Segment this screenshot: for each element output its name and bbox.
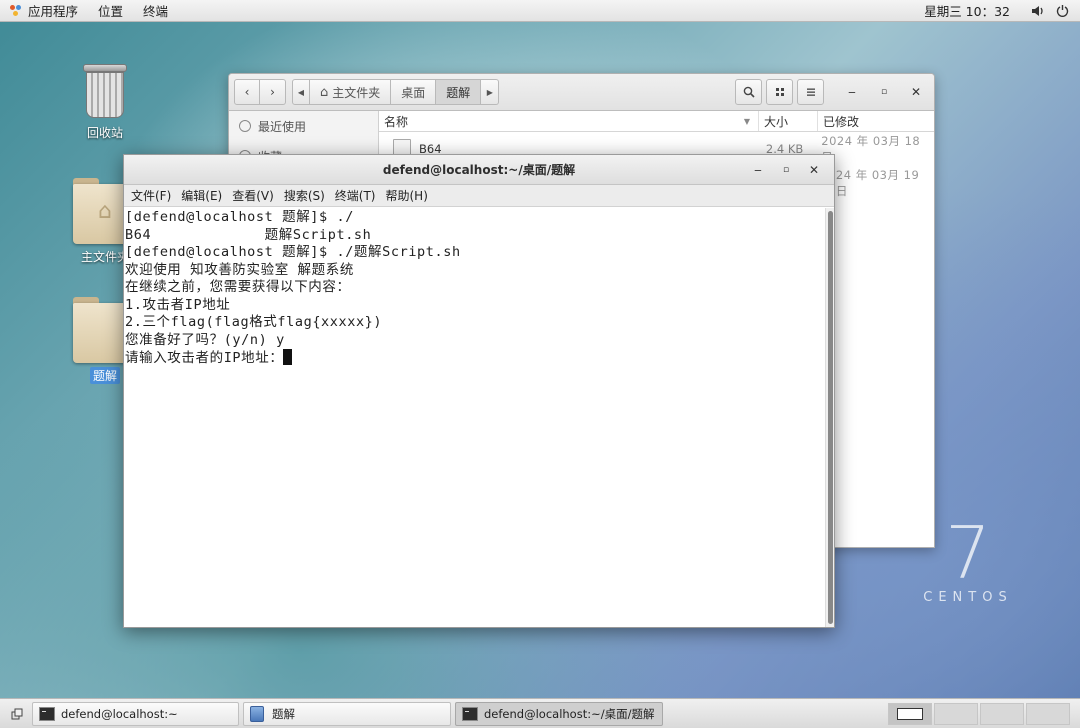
menu-edit[interactable]: 编辑(E) [176,187,227,204]
maximize-icon: ▫ [880,87,888,97]
workspace-switcher [886,702,1070,725]
terminal-line: [defend@localhost 题解]$ ./ [125,209,354,225]
sidebar-item-label: 最近使用 [258,119,307,134]
terminal-menu[interactable]: 终端 [133,0,178,21]
minimize-button[interactable]: ‒ [838,79,866,105]
taskbar-item-label: defend@localhost:~ [61,706,178,721]
terminal-line: [defend@localhost 题解]$ ./题解Script.sh [125,244,461,260]
maximize-button[interactable]: ▫ [870,79,898,105]
menu-button[interactable] [797,79,824,105]
menu-file[interactable]: 文件(F) [126,187,176,204]
terminal-scrollbar[interactable] [825,208,834,627]
breadcrumb-desktop[interactable]: 桌面 [391,79,437,105]
trash-icon [81,64,129,120]
show-desktop-icon [11,708,23,719]
terminal-line: 您准备好了吗？(y/n) y [125,331,285,348]
centos-name: CENTOS [923,590,1013,605]
taskbar-item-files[interactable]: 题解 [243,701,451,726]
home-icon: ⌂ [320,84,329,100]
bottom-panel: defend@localhost:~ 题解 defend@localhost:~… [0,698,1080,728]
view-toggle-button[interactable] [766,79,793,105]
close-icon: ✕ [910,85,922,99]
column-modified[interactable]: 已修改 [818,111,934,131]
terminal-maximize-button[interactable]: ▫ [772,159,800,181]
terminal-line: 1.攻击者IP地址 [125,296,231,313]
applications-menu[interactable]: 应用程序 [0,0,88,21]
column-name-label: 名称 [384,114,409,129]
taskbar-item-label: defend@localhost:~/桌面/题解 [484,706,655,721]
terminal-output[interactable]: [defend@localhost 题解]$ ./B64 题解Script.sh… [124,208,825,627]
terminal-icon [39,706,55,721]
top-panel: 应用程序 位置 终端 星期三 10：32 [0,0,1080,22]
desktop-icon-label: 回收站 [86,126,123,140]
back-button[interactable]: ‹ [234,79,260,105]
applications-icon [10,4,22,17]
triangle-left-icon: ◀ [297,87,305,97]
menu-view[interactable]: 查看(V) [227,187,279,204]
terminal-line: 欢迎使用 知攻善防实验室 解题系统 [125,261,354,278]
forward-button[interactable]: › [260,79,286,105]
breadcrumb-home[interactable]: ⌂ 主文件夹 [310,79,392,105]
terminal-prompt-line: 请输入攻击者的IP地址： [125,349,825,368]
window-thumbnail [897,707,923,720]
maximize-icon: ▫ [782,165,790,175]
terminal-icon [462,706,478,721]
breadcrumb-label: 主文件夹 [332,85,381,100]
close-icon: ✕ [808,163,820,177]
grid-icon [775,88,784,96]
show-desktop-button[interactable] [6,703,28,725]
terminal-title: defend@localhost:~/桌面/题解 [382,163,576,177]
terminal-line: 请输入攻击者的IP地址： [125,350,284,366]
workspace-1[interactable] [888,702,932,725]
hamburger-icon [806,88,815,96]
workspace-3[interactable] [980,702,1024,725]
column-name[interactable]: 名称 ▼ [379,111,759,131]
power-icon[interactable] [1052,3,1072,19]
breadcrumb-current[interactable]: 题解 [436,79,482,105]
clock-icon [239,120,251,132]
chevron-left-icon: ‹ [244,85,250,99]
places-menu[interactable]: 位置 [88,0,133,21]
search-button[interactable] [735,79,762,105]
scrollbar-thumb[interactable] [828,211,833,624]
taskbar-item-terminal-home[interactable]: defend@localhost:~ [32,701,239,726]
column-size[interactable]: 大小 [759,111,818,131]
file-manager-icon [250,705,264,722]
close-button[interactable]: ✕ [902,79,930,105]
minimize-icon: ‒ [754,163,762,177]
terminal-titlebar[interactable]: defend@localhost:~/桌面/题解 ‒ ▫ ✕ [124,155,834,185]
taskbar-item-label: 题解 [272,706,295,721]
search-icon [743,86,755,98]
breadcrumb-scroll-right[interactable]: ▶ [481,79,500,105]
terminal-cursor [283,349,293,365]
terminal-line: B64 题解Script.sh [125,226,372,243]
taskbar-item-terminal-tijie[interactable]: defend@localhost:~/桌面/题解 [455,701,663,726]
file-manager-headerbar: ‹ › ◀ ⌂ 主文件夹 桌面 题解 ▶ ‒ ▫ ✕ [229,74,934,111]
terminal-close-button[interactable]: ✕ [800,159,828,181]
workspace-4[interactable] [1026,702,1070,725]
menu-search[interactable]: 搜索(S) [279,187,330,204]
applications-label: 应用程序 [28,4,79,19]
breadcrumb: ◀ ⌂ 主文件夹 桌面 题解 ▶ [292,79,500,105]
desktop-icon-label: 题解 [89,367,120,384]
sidebar-item-recent[interactable]: 最近使用 [229,111,378,141]
breadcrumb-scroll-left[interactable]: ◀ [292,79,310,105]
terminal-minimize-button[interactable]: ‒ [744,159,772,181]
chevron-right-icon: › [270,85,275,99]
minimize-icon: ‒ [848,85,856,99]
sort-down-icon: ▼ [743,116,750,126]
terminal-menubar: 文件(F) 编辑(E) 查看(V) 搜索(S) 终端(T) 帮助(H) [124,185,834,207]
clock[interactable]: 星期三 10：32 [924,1,1010,20]
menu-help[interactable]: 帮助(H) [381,187,433,204]
terminal-window: defend@localhost:~/桌面/题解 ‒ ▫ ✕ 文件(F) 编辑(… [123,154,835,628]
workspace-2[interactable] [934,702,978,725]
desktop-icon-trash[interactable]: 回收站 [65,64,145,141]
triangle-right-icon: ▶ [486,87,493,97]
volume-icon[interactable] [1028,3,1048,19]
terminal-line: 2.三个flag(flag格式flag{xxxxx}) [125,314,383,330]
terminal-line: 在继续之前，您需要获得以下内容： [125,279,351,295]
menu-terminal[interactable]: 终端(T) [330,187,381,204]
file-list-header: 名称 ▼ 大小 已修改 [379,111,934,132]
